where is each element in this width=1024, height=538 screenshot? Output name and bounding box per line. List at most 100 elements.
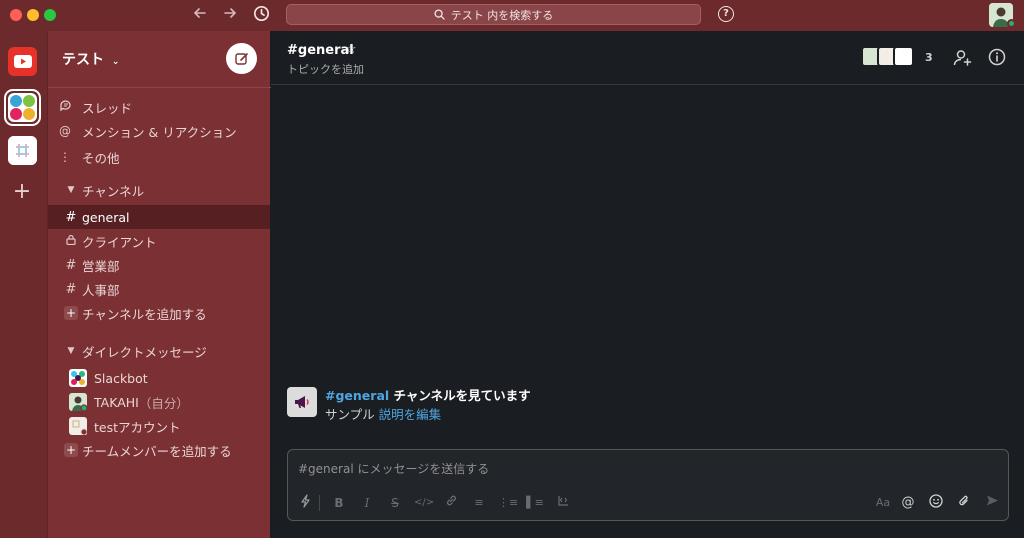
add-member-label: チームメンバーを追加する [82, 443, 232, 459]
chevron-down-icon: ⌄ [111, 57, 120, 67]
sidebar-item-label: 営業部 [82, 258, 120, 274]
sidebar-item-hr[interactable]: # 人事部 [48, 277, 270, 301]
sidebar-item-label: メンション & リアクション [82, 124, 237, 140]
mention-icon[interactable]: @ [899, 494, 917, 512]
star-icon[interactable]: ☆ [345, 42, 357, 57]
caret-down-icon: ▼ [67, 346, 75, 356]
sidebar-item-label: general [82, 209, 130, 225]
add-person-icon[interactable] [953, 48, 973, 68]
dm-header-label: ダイレクトメッセージ [82, 344, 207, 360]
add-member-button[interactable]: + チームメンバーを追加する [48, 438, 270, 462]
emoji-icon[interactable] [927, 494, 945, 512]
channel-title[interactable]: #general [287, 43, 354, 58]
code-block-icon[interactable] [554, 494, 572, 512]
compose-icon [234, 52, 248, 65]
megaphone-icon [287, 387, 317, 417]
member-avatars[interactable] [861, 46, 914, 67]
sidebar-item-mentions[interactable]: @ メンション & リアクション [48, 119, 270, 143]
test-account-avatar [69, 417, 88, 436]
sidebar-item-test-account[interactable]: testアカウント [48, 414, 270, 438]
sidebar-item-threads[interactable]: スレッド [48, 95, 270, 119]
channel-intro-description: サンプル 説明を編集 [325, 404, 441, 423]
help-icon[interactable]: ? [718, 6, 734, 22]
window-maximize-button[interactable] [44, 9, 56, 21]
sidebar-item-label: 人事部 [82, 282, 120, 298]
hash-icon: # [65, 209, 77, 225]
forward-arrow-icon[interactable] [219, 5, 241, 25]
search-icon [434, 9, 445, 20]
back-arrow-icon[interactable] [189, 5, 211, 25]
compose-button[interactable] [226, 43, 257, 74]
channel-intro-text: チャンネルを見ています [389, 388, 531, 403]
sidebar-item-slackbot[interactable]: Slackbot [48, 366, 270, 390]
channels-section-header[interactable]: ▼ チャンネル [48, 178, 270, 202]
bulleted-list-icon[interactable]: ⋮≡ [498, 494, 518, 512]
workspace-name-button[interactable]: テスト ⌄ [62, 49, 119, 69]
plus-icon: + [64, 443, 78, 457]
info-icon[interactable] [988, 48, 1008, 68]
threads-icon [48, 99, 82, 115]
ordered-list-icon[interactable]: ≡ [470, 494, 488, 512]
window-minimize-button[interactable] [27, 9, 39, 21]
member-avatar [893, 46, 914, 67]
sidebar-item-label: testアカウント [94, 419, 181, 435]
attach-icon[interactable] [955, 494, 973, 512]
channel-intro-title: #general チャンネルを見ています [325, 385, 531, 404]
more-vertical-icon: ⋮ [59, 150, 71, 164]
italic-icon[interactable]: I [358, 494, 376, 512]
sidebar-item-general[interactable]: # general [48, 205, 270, 229]
hash-icon: # [65, 281, 77, 297]
sidebar-divider [48, 87, 271, 88]
sidebar-item-label: スレッド [82, 100, 133, 116]
bold-icon[interactable]: B [330, 494, 348, 512]
add-workspace-icon[interactable]: + [11, 181, 33, 203]
member-count[interactable]: 3 [925, 51, 933, 64]
format-toggle-button[interactable]: Aa [872, 494, 894, 512]
sidebar-item-client[interactable]: クライアント [48, 229, 270, 253]
message-input[interactable]: #general にメッセージを送信する [298, 460, 489, 477]
add-channel-button[interactable]: + チャンネルを追加する [48, 301, 270, 325]
send-icon[interactable] [983, 494, 1001, 512]
online-status-icon [1007, 19, 1016, 28]
slackbot-avatar [69, 369, 87, 387]
sidebar-item-more[interactable]: ⋮ その他 [48, 145, 270, 169]
workspace-slack-icon[interactable] [8, 136, 37, 165]
add-topic-link[interactable]: トピックを追加 [287, 61, 364, 77]
sidebar-item-sales[interactable]: # 営業部 [48, 253, 270, 277]
link-icon[interactable] [442, 494, 460, 512]
channel-description: サンプル [325, 407, 379, 422]
plus-icon: + [64, 306, 78, 320]
takahi-avatar [69, 393, 88, 412]
blockquote-icon[interactable]: ▌≡ [526, 494, 544, 512]
strikethrough-icon[interactable]: S [386, 494, 404, 512]
sidebar-item-label: Slackbot [94, 370, 148, 386]
history-clock-icon[interactable] [250, 5, 272, 25]
channel-sidebar: テスト ⌄ スレッド @ メンション & リアクション ⋮ その他 ▼ チャンネ… [47, 31, 271, 538]
dm-section-header[interactable]: ▼ ダイレクトメッセージ [48, 339, 270, 363]
sidebar-item-label: その他 [82, 150, 120, 166]
code-icon[interactable]: </> [414, 494, 434, 512]
sidebar-item-label: クライアント [82, 234, 157, 250]
shortcuts-lightning-icon[interactable] [296, 494, 314, 512]
channel-intro-link[interactable]: #general [325, 388, 389, 403]
caret-down-icon: ▼ [67, 185, 75, 195]
message-composer[interactable]: #general にメッセージを送信する B I S </> ≡ ⋮≡ ▌≡ A… [287, 449, 1009, 521]
channel-header: #general ☆ トピックを追加 3 [271, 31, 1024, 85]
lock-icon [60, 234, 82, 248]
sidebar-item-label: TAKAHI [94, 394, 139, 410]
window-close-button[interactable] [10, 9, 22, 21]
workspace-name: テスト [62, 52, 104, 68]
hash-icon: # [65, 257, 77, 273]
self-suffix: （自分） [138, 395, 189, 411]
toolbar-divider [319, 495, 320, 511]
composer-toolbar: B I S </> ≡ ⋮≡ ▌≡ Aa @ [288, 492, 1008, 514]
workspace-youtube-icon[interactable] [8, 47, 37, 76]
add-channel-label: チャンネルを追加する [82, 306, 207, 322]
search-bar[interactable]: テスト 内を検索する [286, 4, 701, 25]
workspace-test-icon[interactable] [4, 89, 41, 126]
sidebar-item-takahi[interactable]: TAKAHI （自分） [48, 390, 270, 414]
edit-description-link[interactable]: 説明を編集 [379, 407, 442, 422]
title-bar: テスト 内を検索する ? [0, 0, 1024, 31]
workspace-rail: + [0, 31, 47, 538]
slack-app: テスト 内を検索する ? + テスト ⌄ スレッド @ メンション & リアクシ… [0, 0, 1024, 538]
